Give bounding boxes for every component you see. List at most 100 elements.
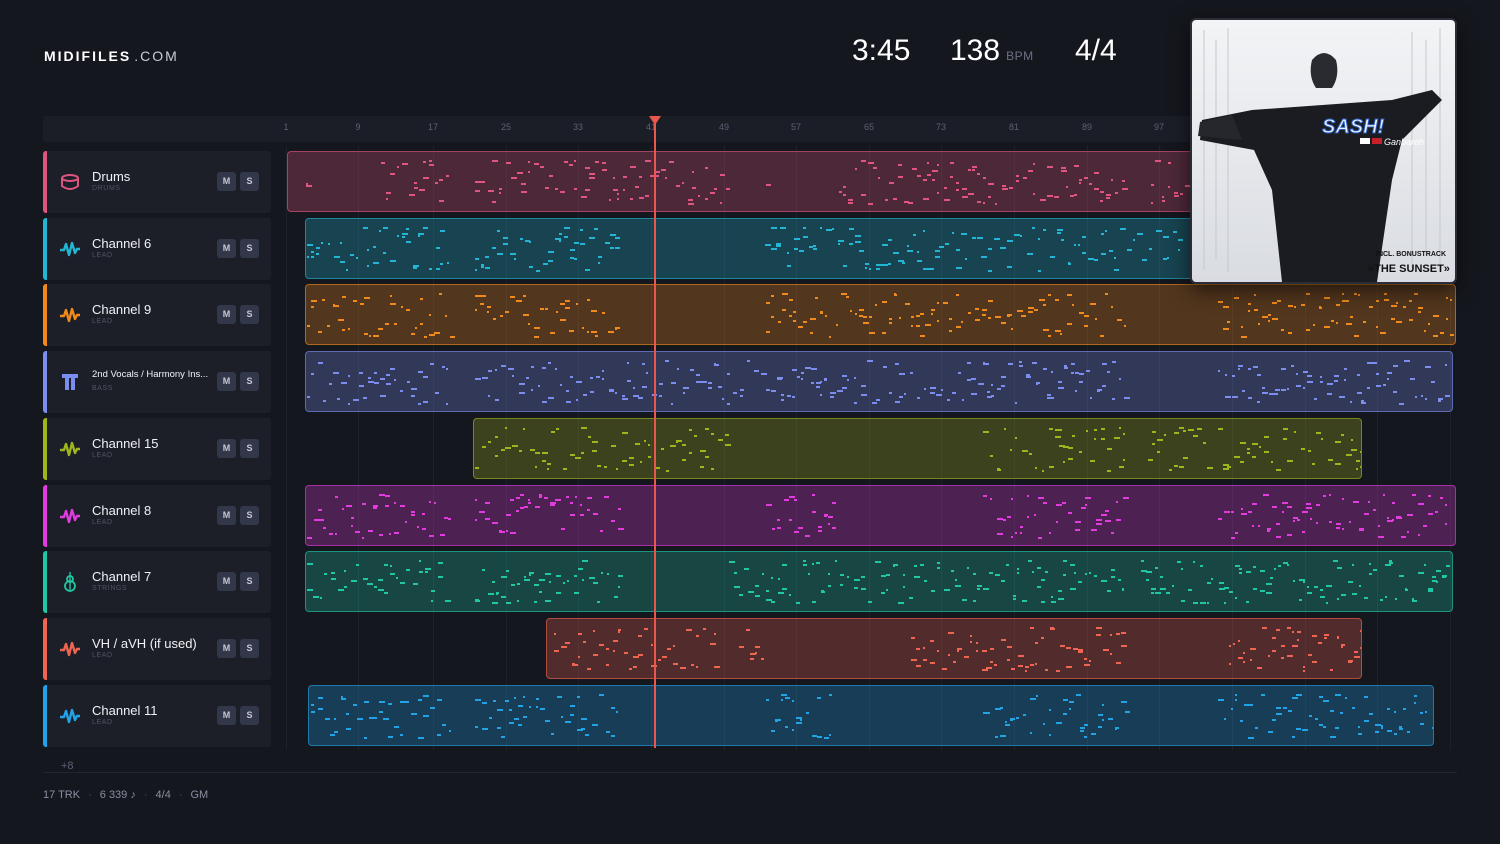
wave-icon (59, 304, 81, 326)
track-instrument-type: LEAD (92, 452, 113, 459)
file-summary: 17 TRK · 6 339 ♪ · 4/4 · GM (43, 789, 209, 801)
mute-button[interactable]: M (217, 706, 236, 725)
track-instrument-type: LEAD (92, 719, 113, 726)
track-count: 17 TRK (43, 789, 81, 801)
tempo-readout: 138 BPM (950, 34, 1034, 68)
track-name: Channel 8 (92, 503, 152, 518)
track-color-stripe (43, 218, 47, 280)
wave-icon (59, 438, 81, 460)
track-header[interactable]: 2nd Vocals / Harmony Ins... BASS M S (43, 351, 271, 413)
brand-logo: MIDIFILES .COM (44, 48, 179, 64)
footer-time-signature: 4/4 (155, 789, 171, 801)
ruler-tick-label: 25 (500, 122, 512, 132)
ruler-tick-label: 57 (790, 122, 802, 132)
ruler-tick-label: 97 (1153, 122, 1165, 132)
bar-gridline (286, 146, 287, 750)
album-subtitle: Ganbareh (1384, 137, 1424, 147)
track-name: Channel 11 (92, 703, 158, 718)
track-header[interactable]: VH / aVH (if used) LEAD M S (43, 618, 271, 680)
solo-button[interactable]: S (240, 372, 259, 391)
track-header[interactable]: Channel 9 LEAD M S (43, 284, 271, 346)
mute-button[interactable]: M (217, 572, 236, 591)
track-name: 2nd Vocals / Harmony Ins... (92, 369, 209, 380)
ruler-tick-label: 9 (355, 122, 361, 132)
mute-button[interactable]: M (217, 305, 236, 324)
track-instrument-type: STRINGS (92, 585, 128, 592)
time-signature-readout: 4/4 (1075, 34, 1117, 67)
midi-clip[interactable] (473, 418, 1362, 479)
album-cover: SASH! Ganbareh INCL. BONUSTRACK «THE SUN… (1190, 18, 1457, 284)
track-header[interactable]: Channel 8 LEAD M S (43, 485, 271, 547)
mute-button[interactable]: M (217, 239, 236, 258)
track-color-stripe (43, 418, 47, 480)
solo-button[interactable]: S (240, 706, 259, 725)
footer-divider (43, 772, 1457, 773)
midi-clip[interactable] (308, 685, 1434, 746)
solo-button[interactable]: S (240, 506, 259, 525)
more-tracks-indicator[interactable]: +8 (61, 760, 74, 772)
ruler-tick-label: 89 (1081, 122, 1093, 132)
solo-button[interactable]: S (240, 239, 259, 258)
solo-button[interactable]: S (240, 572, 259, 591)
track-color-stripe (43, 618, 47, 680)
wave-icon (59, 505, 81, 527)
track-instrument-type: LEAD (92, 519, 113, 526)
midi-clip[interactable] (546, 618, 1362, 679)
solo-button[interactable]: S (240, 439, 259, 458)
track-name: Channel 9 (92, 302, 152, 317)
album-title: SASH! (1322, 116, 1385, 138)
solo-button[interactable]: S (240, 305, 259, 324)
playhead-marker-icon[interactable] (649, 116, 661, 125)
mute-button[interactable]: M (217, 639, 236, 658)
wave-icon (59, 638, 81, 660)
midi-clip[interactable] (305, 284, 1456, 345)
track-header[interactable]: Drums DRUMS M S (43, 151, 271, 213)
mute-button[interactable]: M (217, 172, 236, 191)
track-name: Channel 15 (92, 436, 159, 451)
track-name: Channel 7 (92, 569, 152, 584)
track-color-stripe (43, 685, 47, 747)
track-color-stripe (43, 151, 47, 213)
solo-button[interactable]: S (240, 639, 259, 658)
brand-name: MIDIFILES (44, 48, 132, 64)
track-color-stripe (43, 551, 47, 613)
violin-icon (59, 571, 81, 593)
track-name: Channel 6 (92, 236, 152, 251)
album-bonus-title: «THE SUNSET» (1368, 263, 1450, 275)
wave-icon (59, 238, 81, 260)
track-instrument-type: LEAD (92, 652, 113, 659)
ruler-tick-label: 81 (1008, 122, 1020, 132)
midi-clip[interactable] (305, 351, 1453, 412)
track-instrument-type: LEAD (92, 252, 113, 259)
mute-button[interactable]: M (217, 506, 236, 525)
track-header[interactable]: Channel 7 STRINGS M S (43, 551, 271, 613)
track-header[interactable]: Channel 15 LEAD M S (43, 418, 271, 480)
playhead[interactable] (654, 118, 656, 748)
track-instrument-type: DRUMS (92, 185, 121, 192)
midi-clip[interactable] (305, 485, 1456, 546)
drum-icon (59, 171, 81, 193)
mute-button[interactable]: M (217, 439, 236, 458)
track-color-stripe (43, 351, 47, 413)
ruler-tick-label: 65 (863, 122, 875, 132)
track-color-stripe (43, 284, 47, 346)
ruler-tick-label: 49 (718, 122, 730, 132)
midi-clip[interactable] (305, 551, 1453, 612)
track-name: VH / aVH (if used) (92, 636, 197, 651)
track-instrument-type: LEAD (92, 318, 113, 325)
solo-button[interactable]: S (240, 172, 259, 191)
album-bonus-label: INCL. BONUSTRACK (1376, 251, 1446, 258)
track-header[interactable]: Channel 11 LEAD M S (43, 685, 271, 747)
note-count: 6 339 ♪ (99, 789, 136, 801)
mute-button[interactable]: M (217, 372, 236, 391)
ruler-tick-label: 17 (427, 122, 439, 132)
tempo-unit: BPM (1006, 49, 1034, 63)
wave-icon (59, 705, 81, 727)
duration-readout: 3:45 (852, 34, 911, 67)
track-header[interactable]: Channel 6 LEAD M S (43, 218, 271, 280)
tempo-value: 138 (950, 34, 1001, 67)
ruler-tick-label: 1 (283, 122, 289, 132)
midi-standard: GM (190, 789, 209, 801)
bass-icon (59, 371, 81, 393)
track-color-stripe (43, 485, 47, 547)
